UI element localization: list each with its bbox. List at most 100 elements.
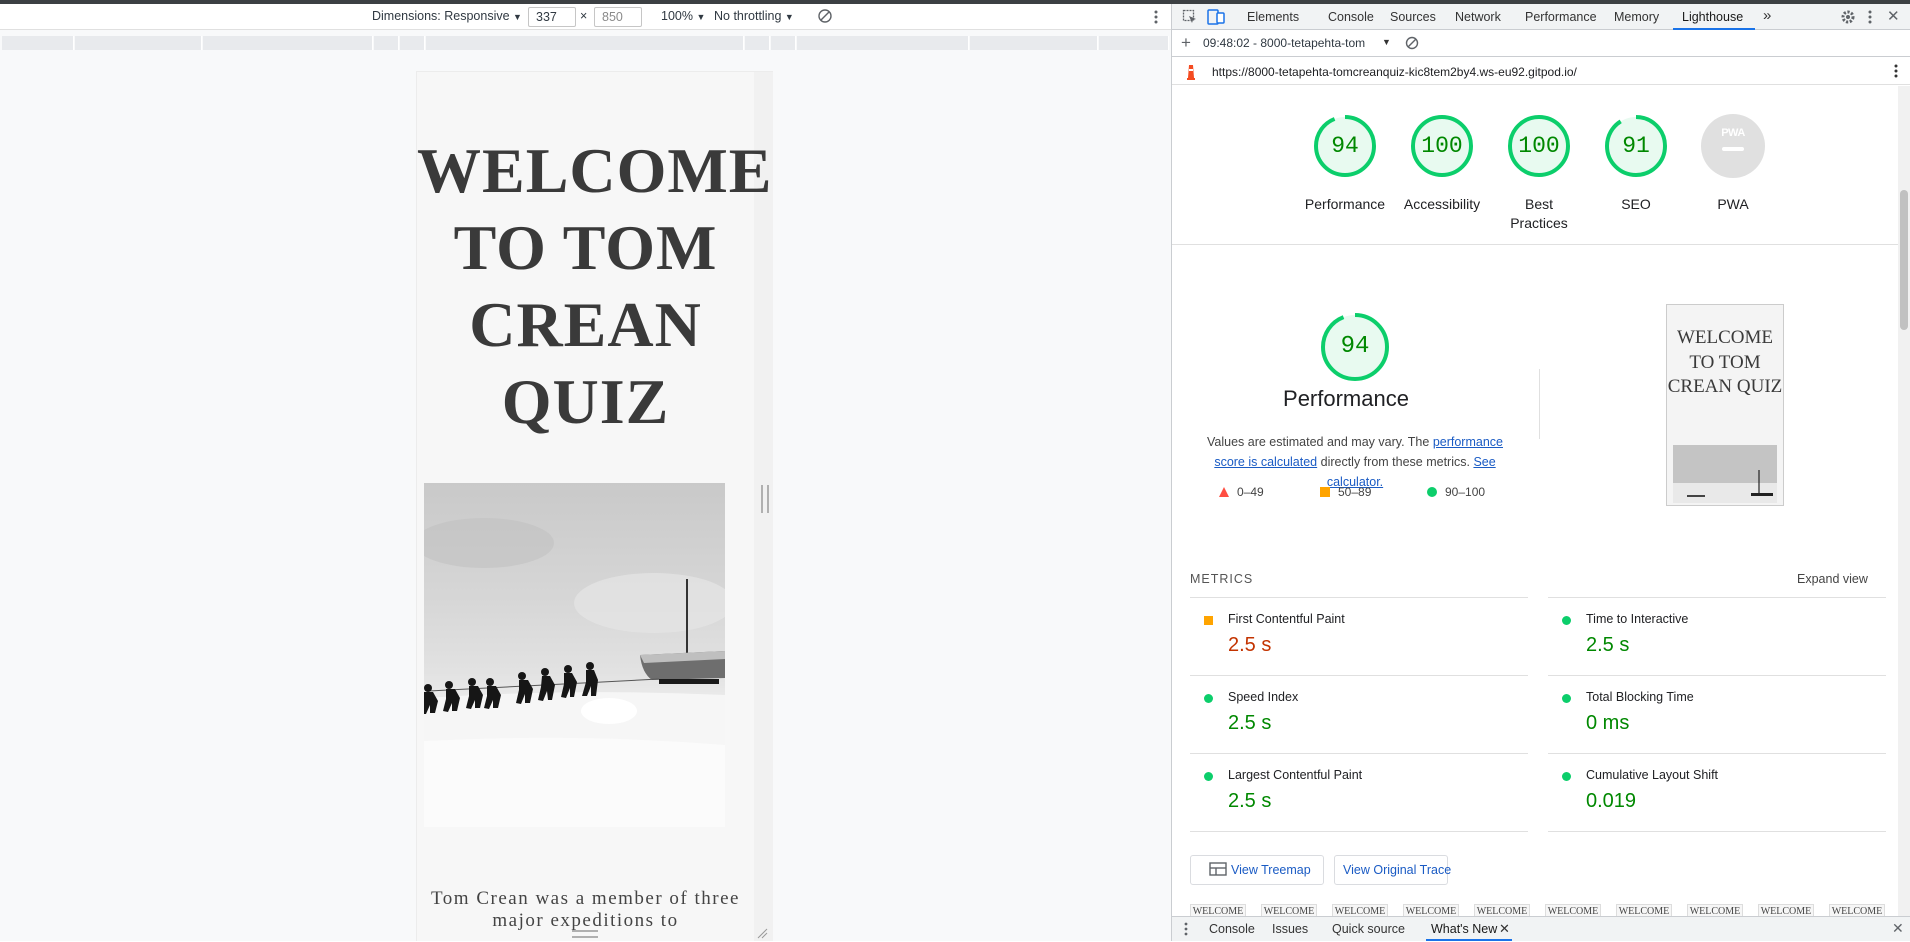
- metric-cumulative-layout-shift: Cumulative Layout Shift 0.019: [1548, 753, 1886, 831]
- vertical-divider: [1539, 369, 1540, 439]
- gauge-accessibility[interactable]: 100 Accessibility: [1404, 113, 1480, 212]
- device-emulation-pane: Dimensions: Responsive ▼ 337 × 850 100% …: [0, 4, 1171, 941]
- device-toolbar: Dimensions: Responsive ▼ 337 × 850 100% …: [0, 4, 1171, 30]
- circle-icon: [1562, 694, 1571, 703]
- final-screenshot[interactable]: WELCOME TO TOM CREAN QUIZ: [1666, 304, 1784, 506]
- view-original-trace-button[interactable]: View Original Trace: [1334, 855, 1451, 885]
- close-tab-icon[interactable]: ✕: [1499, 921, 1510, 937]
- filmstrip-frame: WELCOME: [1687, 904, 1743, 916]
- rotate-icon[interactable]: [817, 8, 833, 27]
- metric-value: 2.5 s: [1586, 634, 1630, 656]
- inspect-element-icon[interactable]: [1182, 9, 1198, 28]
- report-scrollbar[interactable]: [1898, 86, 1910, 916]
- zoom-dropdown[interactable]: 100% ▼: [661, 9, 705, 23]
- report-scrollbar-thumb[interactable]: [1900, 190, 1908, 330]
- corner-resize-icon[interactable]: [756, 927, 768, 939]
- metric-largest-contentful-paint: Largest Contentful Paint 2.5 s: [1190, 753, 1528, 831]
- filmstrip-frame: WELCOME: [1545, 904, 1601, 916]
- metric-name: Total Blocking Time: [1586, 690, 1694, 704]
- more-tabs-icon[interactable]: »: [1763, 7, 1771, 24]
- devtools-more-icon[interactable]: [1865, 8, 1875, 29]
- view-treemap-button[interactable]: View Treemap: [1190, 855, 1324, 885]
- site-title: WELCOME TO TOM CREAN QUIZ: [417, 135, 773, 437]
- metric-value: 0.019: [1586, 790, 1637, 812]
- active-tab-indicator: [1673, 28, 1755, 30]
- dimensions-dropdown[interactable]: Dimensions: Responsive ▼: [372, 9, 522, 23]
- more-options-icon[interactable]: [1148, 8, 1164, 26]
- drawer-tab-issues[interactable]: Issues: [1272, 922, 1308, 936]
- tab-lighthouse[interactable]: Lighthouse: [1682, 10, 1743, 24]
- metric-name: Time to Interactive: [1586, 612, 1689, 626]
- triangle-icon: [1219, 487, 1229, 497]
- metric-name: Speed Index: [1228, 690, 1299, 704]
- hero-image: [424, 483, 725, 827]
- settings-gear-icon[interactable]: [1840, 9, 1856, 28]
- media-query-ruler[interactable]: [0, 33, 1171, 53]
- gauge-seo[interactable]: 91 SEO: [1603, 113, 1669, 212]
- tab-elements[interactable]: Elements: [1247, 10, 1299, 24]
- metric-value: 2.5 s: [1228, 634, 1272, 656]
- bottom-resize-handle[interactable]: [572, 930, 598, 938]
- gauge-label: Best Practices: [1510, 196, 1568, 231]
- circle-icon: [1204, 772, 1213, 781]
- new-report-icon[interactable]: +: [1181, 33, 1191, 53]
- tab-performance[interactable]: Performance: [1525, 10, 1597, 24]
- close-devtools-icon[interactable]: ✕: [1887, 7, 1900, 25]
- circle-icon: [1204, 694, 1213, 703]
- tab-console[interactable]: Console: [1328, 10, 1374, 24]
- filmstrip-frame: WELCOME: [1758, 904, 1814, 916]
- tab-memory[interactable]: Memory: [1614, 10, 1659, 24]
- gauge-label: Accessibility: [1403, 196, 1481, 212]
- gauge-pwa[interactable]: PWA PWA: [1700, 113, 1766, 212]
- gauge-score: 94: [1331, 133, 1359, 159]
- filmstrip-frame: WELCOME: [1261, 904, 1317, 916]
- throttling-dropdown[interactable]: No throttling ▼: [714, 9, 794, 23]
- report-selector[interactable]: 09:48:02 - 8000-tetapehta-tom: [1203, 36, 1381, 50]
- report-url[interactable]: https://8000-tetapehta-tomcreanquiz-kic8…: [1212, 65, 1577, 79]
- metric-first-contentful-paint: First Contentful Paint 2.5 s: [1190, 597, 1528, 675]
- tab-network[interactable]: Network: [1455, 10, 1501, 24]
- lighthouse-toolbar: + 09:48:02 - 8000-tetapehta-tom ▼: [1172, 31, 1910, 57]
- right-resize-handle[interactable]: [761, 485, 769, 513]
- performance-main-gauge: 94: [1319, 311, 1391, 386]
- tab-sources[interactable]: Sources: [1390, 10, 1436, 24]
- performance-description: Values are estimated and may vary. The p…: [1190, 432, 1520, 492]
- height-input[interactable]: 850: [594, 7, 642, 27]
- circle-icon: [1562, 616, 1571, 625]
- report-menu-icon[interactable]: [1891, 62, 1901, 83]
- zoom-label: 100%: [661, 9, 693, 23]
- drawer-tab-quick-source[interactable]: Quick source: [1332, 922, 1405, 936]
- device-toolbar-toggle-icon[interactable]: [1207, 9, 1225, 28]
- dropdown-arrow-icon: ▼: [784, 12, 794, 22]
- legend-average: 50–89: [1320, 485, 1371, 499]
- metric-name: First Contentful Paint: [1228, 612, 1345, 626]
- gauge-best-practices[interactable]: 100 Best Practices: [1506, 113, 1572, 231]
- treemap-icon: [1209, 862, 1227, 876]
- pwa-badge-text: PWA: [1721, 127, 1745, 139]
- legend-fail: 0–49: [1219, 485, 1264, 499]
- drawer-menu-icon[interactable]: [1183, 921, 1189, 940]
- gauge-score: 91: [1622, 133, 1650, 159]
- filmstrip-frame: WELCOME: [1829, 904, 1885, 916]
- filmstrip-frame: WELCOME: [1332, 904, 1388, 916]
- width-input[interactable]: 337: [528, 7, 576, 27]
- gauge-performance[interactable]: 94 Performance: [1305, 113, 1385, 212]
- emulated-device-viewport[interactable]: WELCOME TO TOM CREAN QUIZ Tom Crean was …: [416, 71, 773, 941]
- clear-reports-icon[interactable]: [1405, 36, 1419, 53]
- metric-name: Largest Contentful Paint: [1228, 768, 1363, 782]
- drawer-tab-bar: Console Issues Quick source What's New ✕…: [1172, 916, 1910, 941]
- metric-value: 2.5 s: [1228, 712, 1272, 734]
- gauge-score: 100: [1518, 133, 1560, 159]
- gauge-label: PWA: [1717, 196, 1749, 212]
- view-treemap-label: View Treemap: [1231, 863, 1311, 877]
- legend-average-label: 50–89: [1338, 485, 1372, 499]
- filmstrip-frame: WELCOME: [1190, 904, 1246, 916]
- square-icon: [1204, 616, 1213, 625]
- metric-total-blocking-time: Total Blocking Time 0 ms: [1548, 675, 1886, 753]
- expand-view-toggle[interactable]: Expand view: [1797, 572, 1868, 586]
- legend-pass: 90–100: [1427, 485, 1485, 499]
- drawer-tab-whats-new[interactable]: What's New: [1431, 922, 1497, 936]
- drawer-tab-console[interactable]: Console: [1209, 922, 1255, 936]
- circle-icon: [1562, 772, 1571, 781]
- close-drawer-icon[interactable]: ✕: [1892, 920, 1904, 937]
